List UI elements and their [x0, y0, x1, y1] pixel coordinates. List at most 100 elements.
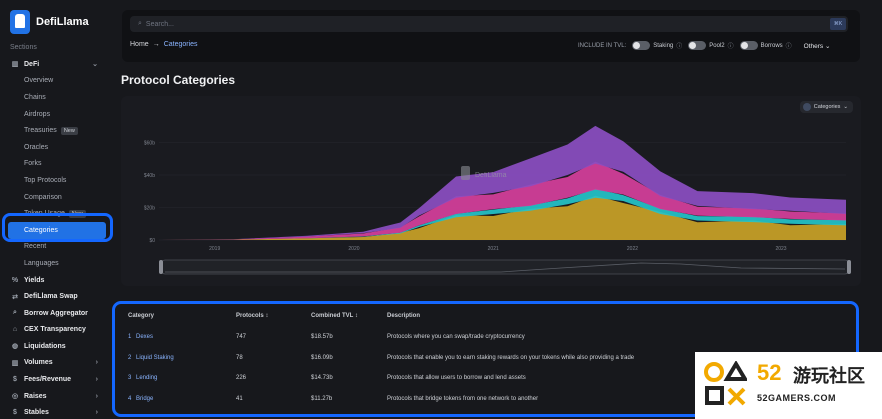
app-logo[interactable]: DefiLlama: [10, 10, 89, 34]
chevron-right-icon: ›: [95, 392, 98, 400]
pool2-toggle[interactable]: [688, 41, 707, 50]
chart-watermark-text: DefiLlama: [475, 172, 507, 179]
sidebar-item-label: Recent: [24, 243, 47, 251]
sidebar-item-label: Comparison: [24, 193, 62, 201]
tvl-area-chart[interactable]: $60b $40b $20b $0 2019 2020 2021 2022 2023 DefiLl…: [121, 96, 861, 286]
y-tick-label: $60b: [144, 141, 155, 147]
chevron-down-icon: ⌄: [843, 104, 848, 110]
x-tick-label: 2021: [488, 246, 499, 252]
x-tick-label: 2019: [209, 246, 220, 252]
include-in-tvl-label: INCLUDE IN TVL:: [578, 42, 627, 49]
sidebar-item-overview[interactable]: Overview: [0, 73, 114, 90]
sidebar-item-label: Top Protocols: [24, 176, 67, 184]
header-bar: ⌕ Search... ⌘K Home → Categories INCLUDE…: [122, 10, 860, 62]
staking-toggle[interactable]: [632, 41, 651, 50]
sidebar-item-languages[interactable]: Languages: [0, 255, 114, 272]
sidebar-item-label: Airdrops: [24, 110, 51, 118]
bar-chart-icon: ▥: [11, 359, 19, 367]
sidebar-item-treasuries[interactable]: Treasuries New: [0, 122, 114, 139]
y-tick-label: $20b: [144, 206, 155, 212]
sidebar-item-airdrops[interactable]: Airdrops: [0, 106, 114, 123]
llama-logo-icon: [10, 10, 30, 34]
search-shortcut-badge: ⌘K: [830, 18, 846, 30]
others-label: Others: [803, 42, 824, 50]
sidebar-item-yields[interactable]: % Yields: [0, 272, 114, 289]
sidebar-item-stables[interactable]: $ Stables ›: [0, 404, 114, 419]
percent-icon: %: [11, 276, 19, 284]
sidebar-item-label: Treasuries: [24, 127, 57, 135]
coins-icon: ◎: [11, 393, 19, 401]
sidebar-item-label: Overview: [24, 77, 54, 85]
watermark-cn-text: 游玩社区: [793, 366, 865, 386]
bar-chart-icon: ▥: [11, 61, 19, 69]
include-in-tvl: INCLUDE IN TVL: Staking ⓘ Pool2 ⓘ Borrow…: [578, 41, 830, 50]
sidebar: DefiLlama Sections ▥ DeFi ⌄ Overview Chains A…: [0, 0, 114, 419]
sidebar-item-borrow-aggregator[interactable]: ⌕ Borrow Aggregator: [0, 305, 114, 322]
sidebar-item-label: Borrow Aggregator: [24, 309, 88, 317]
chart-panel: Categories ⌄ $60b $40b $20b $0 2019 2020 2021 2…: [121, 96, 861, 286]
highlight-box-sidebar: [2, 213, 113, 242]
gamepad-logo-icon: [704, 361, 747, 406]
new-badge: New: [60, 126, 78, 135]
sidebar-item-top-protocols[interactable]: Top Protocols: [0, 172, 114, 189]
sidebar-item-label: Yields: [24, 276, 45, 284]
llama-watermark-icon: [461, 166, 470, 180]
help-icon: ⓘ: [785, 44, 792, 50]
sidebar-item-label: Languages: [24, 259, 59, 267]
sidebar-item-forks[interactable]: Forks: [0, 156, 114, 173]
page-title: Protocol Categories: [121, 73, 236, 87]
sidebar-item-oracles[interactable]: Oracles: [0, 139, 114, 156]
sidebar-item-chains[interactable]: Chains: [0, 89, 114, 106]
chevron-right-icon: ›: [95, 409, 98, 417]
bank-icon: ⌂: [12, 326, 18, 334]
search-icon: ⌕: [13, 309, 17, 317]
x-tick-label: 2020: [348, 246, 359, 252]
chevron-right-icon: ›: [95, 376, 98, 384]
borrows-label: Borrows: [760, 42, 783, 49]
sidebar-item-label: DefiLlama Swap: [24, 293, 78, 301]
swap-icon: ⇄: [12, 293, 18, 301]
x-tick-label: 2023: [775, 246, 786, 252]
sidebar-item-defi[interactable]: ▥ DeFi ⌄: [0, 56, 114, 73]
app-name: DefiLlama: [36, 16, 89, 28]
search-input[interactable]: ⌕ Search... ⌘K: [130, 16, 848, 32]
x-tick-label: 2022: [627, 246, 638, 252]
staking-toggle-group[interactable]: Staking ⓘ: [632, 41, 682, 50]
sidebar-item-label: Stables: [24, 409, 49, 417]
sidebar-item-label: Oracles: [24, 143, 49, 151]
breadcrumb-current[interactable]: Categories: [164, 41, 198, 48]
y-tick-label: $0: [149, 238, 155, 244]
sidebar-item-comparison[interactable]: Comparison: [0, 189, 114, 206]
search-icon: ⌕: [138, 20, 142, 27]
dollar-icon: $: [13, 409, 17, 417]
others-dropdown[interactable]: Others ⌄: [804, 42, 831, 50]
range-handle-left[interactable]: [159, 260, 163, 274]
staking-label: Staking: [653, 42, 674, 49]
sidebar-item-volumes[interactable]: ▥ Volumes ›: [0, 355, 114, 372]
sidebar-item-raises[interactable]: ◎ Raises ›: [0, 388, 114, 405]
sidebar-section-label: Sections: [10, 44, 37, 51]
sidebar-item-label: Volumes: [24, 359, 53, 367]
range-handle-right[interactable]: [847, 260, 851, 274]
sidebar-item-fees-revenue[interactable]: $ Fees/Revenue ›: [0, 371, 114, 388]
borrows-toggle[interactable]: [739, 41, 758, 50]
chevron-down-icon: ⌄: [92, 61, 98, 69]
pool2-toggle-group[interactable]: Pool2 ⓘ: [688, 41, 734, 50]
sidebar-item-label: Fees/Revenue: [24, 376, 72, 384]
borrows-toggle-group[interactable]: Borrows ⓘ: [739, 41, 792, 50]
watermark-number: 52: [757, 360, 782, 385]
sidebar-item-liquidations[interactable]: ◍ Liquidations: [0, 338, 114, 355]
chart-select-icon: [802, 103, 811, 111]
sidebar-item-label: CEX Transparency: [24, 326, 86, 334]
pool2-label: Pool2: [709, 42, 725, 49]
sidebar-item-defillama-swap[interactable]: ⇄ DefiLlama Swap: [0, 288, 114, 305]
dollar-icon: $: [13, 376, 17, 384]
sidebar-item-label: Forks: [24, 160, 42, 168]
sidebar-item-label: Liquidations: [24, 342, 66, 350]
droplet-icon: ◍: [11, 343, 19, 351]
site-watermark: 52 游玩社区 52GAMERS.COM: [695, 352, 882, 419]
chart-category-select[interactable]: Categories ⌄: [799, 101, 853, 113]
sidebar-item-cex-transparency[interactable]: ⌂ CEX Transparency: [0, 322, 114, 339]
breadcrumb-home[interactable]: Home: [130, 41, 149, 48]
y-tick-label: $40b: [144, 173, 155, 179]
